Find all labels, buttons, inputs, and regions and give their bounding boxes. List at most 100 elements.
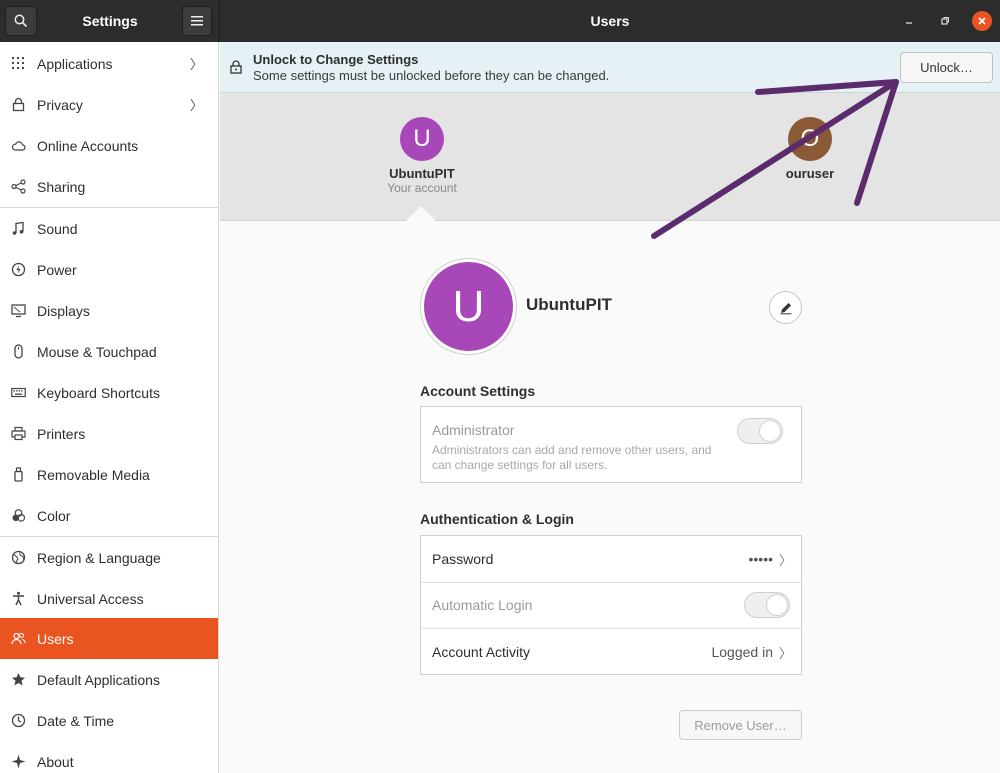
sidebar-item-applications[interactable]: Applications 〉 bbox=[0, 43, 218, 84]
sidebar-item-label: Color bbox=[37, 507, 71, 524]
authentication-login-title: Authentication & Login bbox=[420, 511, 574, 527]
chevron-right-icon: 〉 bbox=[779, 552, 793, 568]
settings-title: Settings bbox=[82, 13, 138, 29]
close-button[interactable] bbox=[972, 11, 992, 31]
sidebar-item-mouse-touchpad[interactable]: Mouse & Touchpad bbox=[0, 331, 218, 372]
sidebar-item-color[interactable]: Color bbox=[0, 495, 218, 536]
account-settings-title: Account Settings bbox=[420, 383, 536, 399]
sidebar-item-universal-access[interactable]: Universal Access bbox=[0, 578, 218, 619]
sidebar-item-users[interactable]: Users bbox=[0, 618, 218, 659]
sidebar-item-sound[interactable]: Sound bbox=[0, 208, 218, 249]
about-icon bbox=[0, 754, 36, 769]
display-icon bbox=[0, 303, 36, 318]
sidebar-item-privacy[interactable]: Privacy 〉 bbox=[0, 84, 218, 125]
search-button[interactable] bbox=[5, 6, 37, 36]
sidebar-item-label: Removable Media bbox=[37, 466, 150, 483]
sidebar-item-sharing[interactable]: Sharing bbox=[0, 166, 218, 207]
unlock-infobar: Unlock to Change Settings Some settings … bbox=[220, 42, 1000, 93]
account-activity-label: Account Activity bbox=[432, 644, 531, 660]
pencil-icon bbox=[780, 302, 791, 314]
remove-user-button[interactable]: Remove User… bbox=[679, 710, 802, 740]
globe-icon bbox=[0, 550, 36, 565]
avatar: O bbox=[788, 117, 832, 161]
sidebar-item-online-accounts[interactable]: Online Accounts bbox=[0, 125, 218, 166]
sidebar-item-label: Keyboard Shortcuts bbox=[37, 384, 160, 401]
avatar: U bbox=[400, 117, 444, 161]
account-settings-panel: Administrator Administrators can add and… bbox=[420, 406, 802, 483]
sidebar-item-keyboard-shortcuts[interactable]: Keyboard Shortcuts bbox=[0, 372, 218, 413]
sidebar-item-displays[interactable]: Displays bbox=[0, 290, 218, 331]
cloud-icon bbox=[0, 138, 36, 153]
users-icon bbox=[0, 631, 36, 646]
close-icon bbox=[978, 17, 986, 25]
clock-icon bbox=[0, 713, 36, 728]
settings-window: Settings Users Applications 〉 Privacy 〉 bbox=[0, 0, 1000, 773]
restore-icon bbox=[941, 17, 949, 25]
sidebar-item-label: Mouse & Touchpad bbox=[37, 343, 157, 360]
sidebar-item-region-language[interactable]: Region & Language bbox=[0, 537, 218, 578]
administrator-label: Administrator bbox=[432, 422, 515, 438]
account-activity-row[interactable]: Account Activity Logged in 〉 bbox=[421, 629, 801, 675]
header-bar: Settings Users bbox=[0, 0, 1000, 42]
sidebar-item-about[interactable]: About bbox=[0, 741, 218, 773]
sidebar-item-label: Applications bbox=[37, 55, 113, 72]
automatic-login-toggle[interactable] bbox=[744, 592, 790, 618]
authentication-panel: Password ••••• 〉 Automatic Login Account… bbox=[420, 535, 802, 675]
menu-button[interactable] bbox=[182, 6, 212, 36]
account-activity-value: Logged in bbox=[711, 644, 773, 660]
power-icon bbox=[0, 262, 36, 277]
mouse-icon bbox=[0, 344, 36, 359]
sidebar-item-label: Sharing bbox=[37, 178, 86, 195]
selection-caret bbox=[406, 206, 436, 221]
unlock-button[interactable]: Unlock… bbox=[900, 52, 993, 83]
minimize-button[interactable] bbox=[899, 11, 919, 31]
keyboard-icon bbox=[0, 385, 36, 400]
avatar-initial: U bbox=[424, 262, 513, 351]
sidebar-item-date-time[interactable]: Date & Time bbox=[0, 700, 218, 741]
user-name: UbuntuPIT bbox=[389, 166, 455, 181]
sidebar-item-label: Power bbox=[37, 261, 77, 278]
music-icon bbox=[0, 221, 36, 236]
sidebar-item-label: Universal Access bbox=[37, 590, 144, 607]
minimize-icon bbox=[906, 22, 912, 24]
sidebar-item-label: About bbox=[37, 753, 74, 770]
sidebar-item-removable-media[interactable]: Removable Media bbox=[0, 454, 218, 495]
share-icon bbox=[0, 179, 36, 194]
grid-icon bbox=[0, 56, 36, 71]
user-full-name: UbuntuPIT bbox=[526, 295, 612, 314]
infobar-message: Some settings must be unlocked before th… bbox=[253, 68, 610, 83]
lock-icon bbox=[0, 97, 36, 112]
sidebar-item-label: Users bbox=[37, 630, 74, 647]
color-icon bbox=[0, 508, 36, 523]
sidebar-item-label: Sound bbox=[37, 220, 78, 237]
window-title: Users bbox=[590, 13, 630, 29]
sidebar-item-label: Region & Language bbox=[37, 549, 161, 566]
password-value: ••••• bbox=[748, 551, 773, 567]
user-subtitle: Your account bbox=[387, 181, 457, 195]
sidebar-item-label: Printers bbox=[37, 425, 86, 442]
user-carousel: U UbuntuPIT Your account O ouruser bbox=[220, 93, 1000, 221]
printer-icon bbox=[0, 426, 36, 441]
user-name: ouruser bbox=[785, 166, 835, 181]
sidebar-item-label: Displays bbox=[37, 302, 90, 319]
chevron-right-icon: 〉 bbox=[190, 57, 204, 72]
administrator-toggle[interactable] bbox=[737, 418, 783, 444]
sidebar-item-label: Date & Time bbox=[37, 712, 115, 729]
sidebar-item-label: Default Applications bbox=[37, 671, 160, 688]
user-avatar-large[interactable]: U bbox=[420, 258, 517, 355]
hamburger-icon bbox=[191, 16, 203, 26]
infobar-title: Unlock to Change Settings bbox=[253, 52, 419, 67]
sidebar-item-printers[interactable]: Printers bbox=[0, 413, 218, 454]
password-row[interactable]: Password ••••• 〉 bbox=[421, 536, 801, 582]
sidebar-item-default-applications[interactable]: Default Applications bbox=[0, 659, 218, 700]
maximize-button[interactable] bbox=[935, 11, 955, 31]
chevron-right-icon: 〉 bbox=[190, 98, 204, 113]
chevron-right-icon: 〉 bbox=[779, 645, 793, 661]
admin-desc-line-2: can change settings for all users. bbox=[432, 458, 608, 472]
sidebar: Applications 〉 Privacy 〉 Online Accounts… bbox=[0, 42, 219, 773]
sidebar-item-power[interactable]: Power bbox=[0, 249, 218, 290]
sidebar-item-label: Online Accounts bbox=[37, 137, 139, 154]
edit-name-button[interactable] bbox=[769, 291, 802, 324]
search-icon bbox=[14, 14, 28, 28]
accessibility-icon bbox=[0, 591, 36, 606]
